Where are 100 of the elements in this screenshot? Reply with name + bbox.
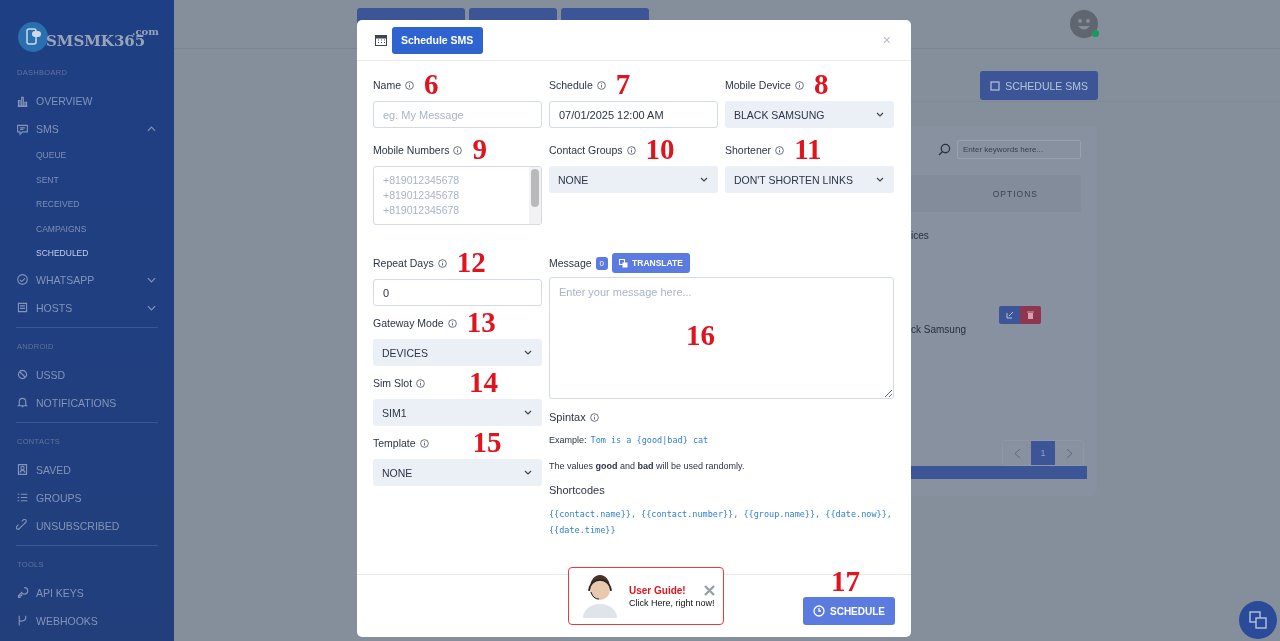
table-cell: ck Samsung (911, 323, 967, 335)
annotation-number: 11 (794, 134, 822, 164)
info-icon[interactable] (794, 80, 804, 90)
dropdown[interactable]: BLACK SAMSUNG (725, 101, 894, 128)
info-icon[interactable] (626, 145, 636, 155)
info-icon[interactable] (453, 145, 463, 155)
chevron-down-icon (876, 177, 884, 182)
close-icon[interactable] (704, 585, 715, 596)
nav-icon (16, 586, 29, 599)
nav-subitem[interactable]: RECEIVED (16, 192, 156, 217)
dropdown[interactable]: NONE (549, 166, 718, 193)
avatar[interactable] (1070, 10, 1098, 38)
field-label: Schedule (549, 79, 593, 91)
trash-icon (1027, 311, 1034, 319)
info-icon[interactable] (437, 258, 447, 268)
nav-subitem[interactable]: CAMPAIGNS (16, 216, 156, 241)
nav-item[interactable]: SAVED (16, 455, 158, 484)
numbers-field[interactable]: +819012345678 +819012345678 +819012345678 (373, 166, 542, 225)
info-icon[interactable] (447, 318, 457, 328)
calendar-icon (375, 34, 387, 46)
chevron-down-icon (700, 177, 708, 182)
nav-item[interactable]: WHATSAPP (16, 265, 158, 294)
field-label: Message (549, 257, 592, 269)
nav-icon (16, 122, 29, 136)
edit-button[interactable] (999, 306, 1020, 324)
nav-item[interactable]: NOTIFICATIONS (16, 388, 158, 417)
info-icon[interactable] (416, 378, 426, 388)
delete-button[interactable] (1020, 306, 1041, 324)
schedule-button[interactable]: SCHEDULE (803, 597, 895, 625)
chevron-right-icon (1065, 447, 1073, 459)
translate-button[interactable]: TRANSLATE (612, 253, 690, 273)
text-field[interactable]: 07/01/2025 12:00 AM (549, 101, 718, 128)
dropdown[interactable]: SIM1 (373, 399, 542, 426)
calendar-icon (990, 80, 1001, 91)
nav-icon (16, 491, 29, 504)
table-cell: ices (911, 229, 929, 241)
nav-item[interactable]: SMS (16, 115, 158, 143)
section-heading: Spintax (549, 411, 586, 423)
dropdown[interactable]: DON'T SHORTEN LINKS (725, 166, 894, 193)
field-label: Repeat Days (373, 257, 434, 269)
field-label: Mobile Device (725, 79, 791, 91)
dropdown[interactable]: NONE (373, 459, 542, 486)
example-code: Tom is a {good|bad} cat (590, 435, 709, 445)
nav-icon (16, 273, 29, 286)
shortcode-list: {{contact.name}}, {{contact.number}}, {{group.name}}, {{date.now}}, {{date.time}} (549, 506, 894, 538)
nav-subitem[interactable]: QUEUE (16, 143, 156, 168)
annotation-number: 6 (424, 69, 439, 99)
scrollbar[interactable] (911, 466, 1087, 479)
nav-item[interactable]: WEBHOOKS (16, 606, 158, 635)
nav-icon (16, 368, 29, 381)
translate-icon (1248, 610, 1268, 630)
annotation-number: 17 (831, 567, 860, 596)
annotation-number: 10 (645, 134, 675, 164)
field-label: Template (373, 437, 416, 449)
text-field[interactable]: eg. My Message (373, 101, 542, 128)
field-label: Contact Groups (549, 144, 623, 156)
spintax-note: The values good and bad will be used randomly. (549, 461, 746, 471)
info-icon[interactable] (596, 80, 606, 90)
page-button[interactable]: 1 (1031, 441, 1055, 465)
nav-icon (16, 396, 29, 409)
info-icon[interactable] (775, 145, 785, 155)
smiley-icon (1070, 10, 1098, 38)
nav-item[interactable]: HOSTS (16, 293, 158, 322)
field-label: Gateway Mode (373, 317, 444, 329)
nav-item[interactable]: API KEYS (16, 578, 158, 607)
annotation-number: 14 (469, 367, 499, 397)
nav-icon (16, 94, 29, 108)
field-label: Shortener (725, 144, 772, 156)
nav-item[interactable]: OVERVIEW (16, 87, 158, 115)
nav-item[interactable]: UNSUBSCRIBED (16, 511, 158, 540)
nav-item[interactable]: USSD (16, 360, 158, 389)
example-label: Example: (549, 435, 587, 445)
character-count: 0 (595, 256, 609, 270)
nav-icon (16, 519, 29, 532)
logo-icon (18, 22, 48, 52)
chevron-down-icon (524, 350, 532, 355)
chevron-down-icon (524, 470, 532, 475)
annotation-number: 13 (466, 307, 496, 337)
translate-fab[interactable] (1239, 601, 1277, 639)
field-label: Name (373, 79, 401, 91)
nav-subitem[interactable]: SCHEDULED (16, 241, 156, 266)
schedule-sms-button[interactable]: SCHEDULE SMS (980, 71, 1098, 100)
search-icon[interactable] (938, 143, 951, 156)
nav-icon (16, 614, 29, 627)
info-icon[interactable] (589, 412, 599, 422)
info-icon[interactable] (419, 438, 429, 448)
field-label: Sim Slot (373, 377, 413, 389)
chevron-down-icon (524, 410, 532, 415)
search-field[interactable]: Enter keywords here... (957, 140, 1081, 159)
dropdown[interactable]: DEVICES (373, 339, 542, 366)
annotation-number: 15 (472, 427, 502, 457)
text-field[interactable]: 0 (373, 279, 542, 306)
info-icon[interactable] (405, 80, 414, 90)
translate-icon (619, 258, 629, 268)
close-button[interactable]: × (882, 32, 891, 48)
annotation-number: 7 (615, 69, 631, 99)
section-heading: Shortcodes (549, 484, 606, 496)
nav-subitem[interactable]: SENT (16, 167, 156, 192)
nav-item[interactable]: GROUPS (16, 483, 158, 512)
user-guide-popup[interactable]: User Guide! Click Here, right now! (568, 567, 724, 625)
